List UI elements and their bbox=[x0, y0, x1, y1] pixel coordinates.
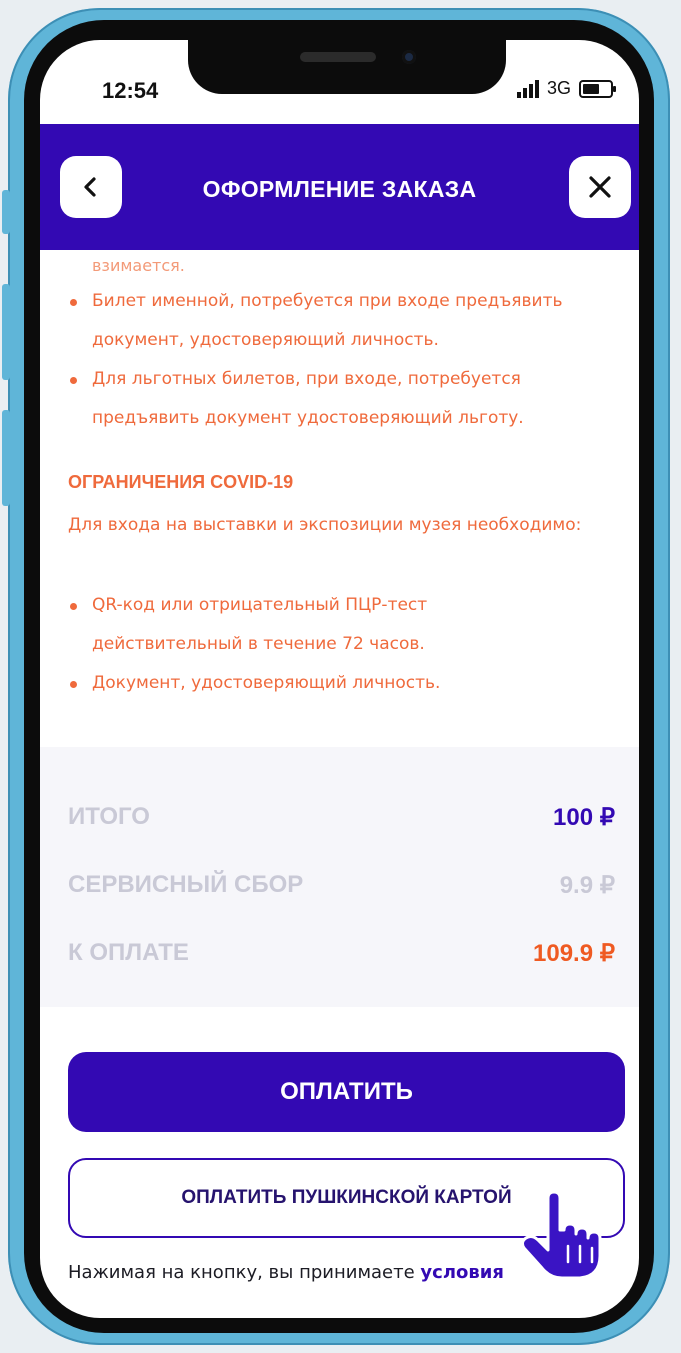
pay-button[interactable]: ОПЛАТИТЬ bbox=[68, 1052, 625, 1132]
covid-rules-list: QR-код или отрицательный ПЦР-тест действ… bbox=[68, 586, 628, 703]
close-button[interactable] bbox=[569, 156, 631, 218]
status-indicators: 3G bbox=[516, 78, 616, 99]
list-item-line: документ, удостоверяющий личность. bbox=[92, 330, 439, 350]
list-item-line: Для льготных билетов, при входе, потребу… bbox=[92, 369, 521, 389]
amount-due-label: К ОПЛАТЕ bbox=[68, 939, 189, 966]
notch bbox=[188, 40, 506, 94]
ticket-rules-list: Билет именной, потребуется при входе пре… bbox=[68, 282, 628, 438]
amount-due-value: 109.9 ₽ bbox=[533, 940, 615, 967]
speaker bbox=[300, 52, 376, 62]
list-item: Билет именной, потребуется при входе пре… bbox=[68, 282, 628, 360]
total-value: 100 ₽ bbox=[553, 804, 615, 831]
battery-icon bbox=[579, 79, 616, 98]
total-row: ИТОГО 100 ₽ bbox=[68, 803, 615, 832]
pointer-hand-icon bbox=[520, 1190, 602, 1280]
service-fee-value: 9.9 ₽ bbox=[559, 872, 615, 899]
page-header: ОФОРМЛЕНИЕ ЗАКАЗА bbox=[40, 124, 639, 250]
signal-icon bbox=[516, 79, 539, 98]
covid-text: Для входа на выставки и экспозиции музея… bbox=[68, 515, 582, 535]
consent-label: Нажимая на кнопку, вы принимаете bbox=[68, 1262, 421, 1283]
camera bbox=[402, 50, 416, 64]
list-item: Для льготных билетов, при входе, потребу… bbox=[68, 360, 628, 438]
service-fee-label: СЕРВИСНЫЙ СБОР bbox=[68, 871, 304, 898]
list-item-line: Билет именной, потребуется при входе пре… bbox=[92, 291, 563, 311]
consent-text: Нажимая на кнопку, вы принимаете условия bbox=[68, 1262, 504, 1283]
info-partial-line: взимается. bbox=[92, 256, 185, 275]
status-time: 12:54 bbox=[102, 78, 159, 103]
terms-link[interactable]: условия bbox=[420, 1262, 504, 1283]
covid-title: ОГРАНИЧЕНИЯ COVID-19 bbox=[68, 472, 294, 492]
list-item-line: действительный в течение 72 часов. bbox=[92, 634, 425, 654]
amount-due-row: К ОПЛАТЕ 109.9 ₽ bbox=[68, 939, 615, 968]
list-item-line: QR-код или отрицательный ПЦР-тест bbox=[92, 595, 428, 615]
volume-down-button bbox=[2, 410, 10, 506]
page-title: ОФОРМЛЕНИЕ ЗАКАЗА bbox=[202, 176, 477, 202]
mute-switch bbox=[2, 190, 10, 234]
order-totals: ИТОГО 100 ₽ СЕРВИСНЫЙ СБОР 9.9 ₽ К ОПЛАТ… bbox=[40, 747, 639, 1007]
volume-up-button bbox=[2, 284, 10, 380]
list-item-line: Документ, удостоверяющий личность. bbox=[92, 673, 441, 693]
list-item: QR-код или отрицательный ПЦР-тест действ… bbox=[68, 586, 628, 664]
total-label: ИТОГО bbox=[68, 803, 150, 830]
network-type: 3G bbox=[546, 78, 571, 98]
list-item: Документ, удостоверяющий личность. bbox=[68, 664, 628, 703]
close-icon bbox=[589, 176, 611, 198]
phone-screen: 12:54 3G ОФОРМЛЕНИЕ ЗАКАЗА взимается. Би… bbox=[40, 40, 639, 1318]
service-fee-row: СЕРВИСНЫЙ СБОР 9.9 ₽ bbox=[68, 871, 615, 900]
list-item-line: предъявить документ удостоверяющий льгот… bbox=[92, 408, 524, 428]
